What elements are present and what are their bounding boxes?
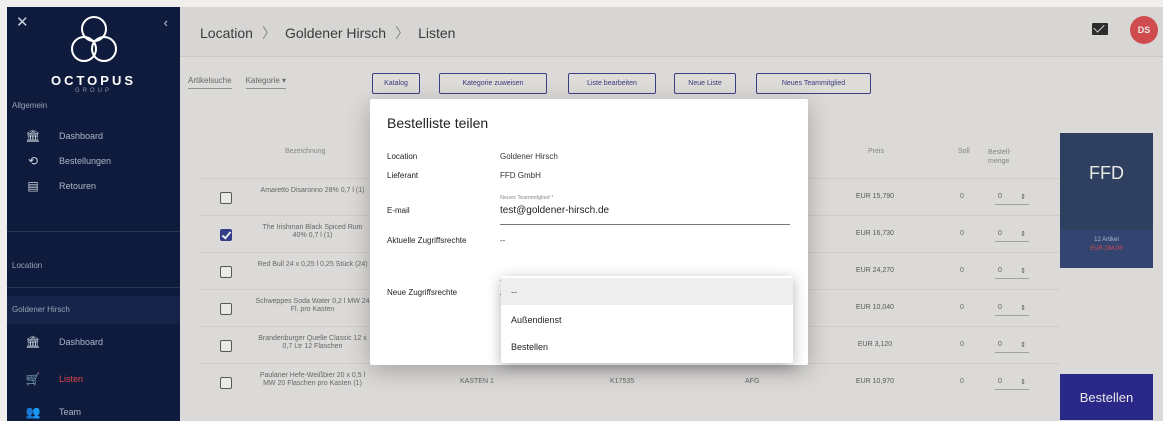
sidebar-item-label: Retouren	[59, 181, 97, 191]
sidebar-item-team[interactable]: 👥 Team	[7, 401, 180, 421]
bank-icon: 🏛	[25, 335, 41, 349]
close-icon[interactable]: ✕	[16, 13, 29, 31]
location-label: Location	[387, 152, 418, 161]
bank-icon: 🏛	[25, 129, 41, 143]
access-dropdown-menu: -- Außendienst Bestellen	[501, 276, 793, 363]
brand-name: OCTOPUS	[50, 73, 137, 88]
dropdown-option-field-service[interactable]: Außendienst	[501, 306, 793, 333]
current-access-value: --	[500, 236, 506, 245]
team-icon: 👥	[25, 405, 41, 419]
dialog-title: Bestelliste teilen	[387, 115, 489, 131]
sidebar-section-general: Allgemein	[12, 101, 48, 110]
current-access-label: Aktuelle Zugriffsrechte	[387, 236, 467, 245]
location-value: Goldener Hirsch	[500, 152, 558, 161]
octopus-logo-icon	[71, 16, 117, 62]
dropdown-option-order[interactable]: Bestellen	[501, 333, 793, 360]
sidebar-section-location: Location	[12, 261, 43, 270]
email-field[interactable]: test@goldener-hirsch.de	[500, 205, 790, 225]
history-icon: ⟲	[27, 154, 39, 168]
sidebar-item-label: Listen	[59, 374, 84, 384]
brand-subtitle: GROUP	[74, 88, 112, 94]
supplier-label: Lieferant	[387, 171, 419, 180]
email-label: E-mail	[387, 206, 410, 215]
new-access-label: Neue Zugriffsrechte	[387, 288, 458, 297]
sidebar-divider	[7, 231, 180, 232]
sidebar-item-location-dashboard[interactable]: 🏛 Dashboard	[7, 331, 180, 353]
dropdown-option-none[interactable]: --	[501, 278, 793, 305]
sidebar-divider	[7, 287, 180, 288]
sidebar-item-dashboard[interactable]: 🏛 Dashboard	[7, 125, 180, 147]
sidebar-item-label: Dashboard	[59, 131, 104, 141]
chevron-left-icon[interactable]: ‹	[164, 15, 168, 30]
sidebar-item-label: Dashboard	[59, 337, 104, 347]
email-field-floating-label: Neues Teammitglied *	[500, 195, 554, 201]
sidebar-item-returns[interactable]: ▤ Retouren	[7, 175, 180, 197]
sidebar-location-name: Goldener Hirsch	[12, 305, 70, 314]
supplier-value: FFD GmbH	[500, 171, 541, 180]
sidebar-item-label: Bestellungen	[59, 156, 112, 166]
sidebar-item-label: Team	[59, 407, 82, 417]
sidebar-item-lists[interactable]: 🛒 Listen	[7, 368, 180, 390]
sidebar: ✕ ‹ OCTOPUS GROUP Allgemein 🏛 Dashboard …	[7, 7, 180, 421]
sidebar-item-orders[interactable]: ⟲ Bestellungen	[7, 150, 180, 172]
cart-icon: 🛒	[25, 372, 41, 386]
archive-icon: ▤	[27, 179, 39, 193]
